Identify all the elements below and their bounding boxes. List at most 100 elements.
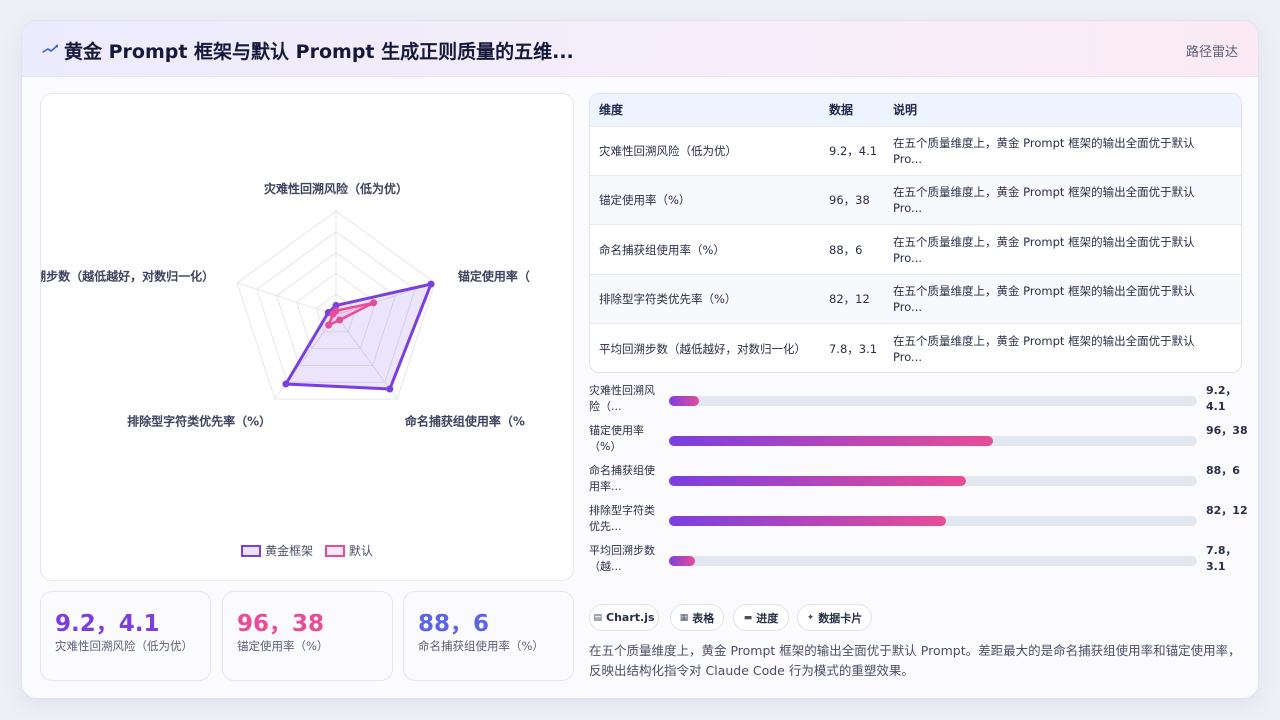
nav-link-path-radar[interactable]: 路径雷达 (1186, 41, 1238, 60)
table-row: 命名捕获组使用率（%） 88，6 在五个质量维度上，黄金 Prompt 框架的输… (590, 225, 1241, 275)
table-cell-data: 9.2，4.1 (829, 144, 878, 158)
table-cell-data: 82，12 (829, 292, 870, 306)
tag-label: Chart.js (606, 611, 655, 624)
table-cell-note: 在五个质量维度上，黄金 Prompt 框架的输出全面优于默认 Pro... (893, 136, 1195, 166)
table-cell-note: 在五个质量维度上，黄金 Prompt 框架的输出全面优于默认 Pro... (893, 334, 1195, 364)
legend-swatch-gold (241, 544, 262, 557)
progress-track (669, 396, 1197, 406)
radar-data-point (336, 316, 344, 324)
table-cell-note: 在五个质量维度上，黄金 Prompt 框架的输出全面优于默认 Pro... (893, 284, 1195, 314)
progress-fill (669, 436, 994, 446)
radar-data-point (325, 321, 333, 329)
tag-table[interactable]: ▦ 表格 (670, 604, 724, 631)
table-cell-dimension: 排除型字符类优先率（%） (599, 292, 737, 306)
progress-row: 锚定使用率（%） 96，38 (589, 423, 1249, 457)
radar-data-point (282, 380, 290, 388)
radar-chart-panel: 灾难性回溯风险（低为优） 锚定使用率（ 命名捕获组使用率（% 排除型字符类优先率（%）… (40, 93, 574, 581)
progress-track (669, 476, 1197, 486)
progress-value: 88，6 (1206, 464, 1240, 477)
radar-axis-label: 灾难性回溯风险（低为优） (264, 181, 408, 196)
progress-row: 命名捕获组使用率... 88，6 (589, 463, 1249, 497)
datacard-icon: ✦ (806, 612, 815, 623)
progress-fill (669, 516, 947, 526)
progress-label: 命名捕获组使用率... (589, 464, 655, 493)
progress-value: 96，38 (1206, 424, 1248, 437)
kpi-card-3: 88，6 命名捕获组使用率（%） (403, 591, 574, 681)
radar-data-point (370, 299, 378, 307)
legend-label-gold: 黄金框架 (265, 544, 314, 558)
radar-axis-label: 锚定使用率（ (458, 269, 530, 284)
legend-label-default: 默认 (348, 544, 373, 558)
dashboard-card: 黄金 Prompt 框架与默认 Prompt 生成正则质量的五维... 路径雷达… (21, 20, 1259, 699)
radar-axis-label: 排除型字符类优先率（%） (127, 413, 271, 428)
table-cell-data: 7.8，3.1 (829, 342, 878, 356)
progress-row: 灾难性回溯风险（... 9.2，4.1 (589, 383, 1249, 417)
radar-data-point (329, 310, 337, 318)
page-title: 黄金 Prompt 框架与默认 Prompt 生成正则质量的五维... (64, 41, 574, 63)
kpi-label: 命名捕获组使用率（%） (418, 639, 544, 653)
table-row: 排除型字符类优先率（%） 82，12 在五个质量维度上，黄金 Prompt 框架… (590, 275, 1241, 324)
progress-fill (669, 476, 967, 486)
kpi-value: 9.2，4.1 (55, 611, 160, 637)
kpi-card-1: 9.2，4.1 灾难性回溯风险（低为优） (40, 591, 211, 681)
progress-label: 排除型字符类优先... (589, 504, 655, 533)
progress-label: 平均回溯步数（越... (589, 544, 655, 573)
tag-label: 数据卡片 (818, 611, 863, 625)
table-header-data: 数据 (829, 103, 854, 117)
data-table: 维度 数据 说明 灾难性回溯风险（低为优） 9.2，4.1 在五个质量维度上，黄… (589, 93, 1242, 373)
tag-chartjs[interactable]: ▤ Chart.js (589, 604, 659, 631)
progress-row: 平均回溯步数（越... 7.8，3.1 (589, 543, 1249, 577)
table-row: 锚定使用率（%） 96，38 在五个质量维度上，黄金 Prompt 框架的输出全… (590, 176, 1241, 225)
progress-value: 9.2，4.1 (1206, 384, 1237, 413)
legend-item-default[interactable]: 默认 (324, 542, 373, 559)
radar-data-point (386, 385, 394, 393)
progress-fill (669, 396, 699, 406)
table-cell-data: 96，38 (829, 193, 870, 207)
chart-legend: 黄金框架 默认 (41, 542, 573, 560)
logo-icon (42, 44, 58, 53)
table-cell-note: 在五个质量维度上，黄金 Prompt 框架的输出全面优于默认 Pro... (893, 234, 1195, 265)
kpi-card-2: 96，38 锚定使用率（%） (222, 591, 393, 681)
kpi-value: 88，6 (418, 611, 490, 637)
radar-axis-label: 命名捕获组使用率（% (404, 413, 525, 428)
progress-list: 灾难性回溯风险（... 9.2，4.1 锚定使用率（%） 96，38 命名捕获组… (589, 383, 1249, 583)
table-cell-data: 88，6 (829, 242, 863, 257)
radar-axis-line (236, 282, 337, 316)
progress-track (669, 436, 1197, 446)
radar-axis-label: 均回溯步数（越低越好，对数归一化） (41, 269, 214, 284)
tag-label: 进度 (756, 611, 779, 625)
header-bar: 黄金 Prompt 框架与默认 Prompt 生成正则质量的五维... 路径雷达 (22, 21, 1258, 77)
summary-text: 在五个质量维度上，黄金 Prompt 框架的输出全面优于默认 Prompt。差距… (589, 643, 1241, 678)
table-row: 平均回溯步数（越低越好，对数归一化） 7.8，3.1 在五个质量维度上，黄金 P… (590, 324, 1241, 372)
kpi-label: 锚定使用率（%） (237, 639, 329, 653)
kpi-value: 96，38 (237, 611, 325, 637)
table-cell-dimension: 平均回溯步数（越低越好，对数归一化） (599, 342, 806, 356)
progress-label: 锚定使用率（%） (589, 424, 644, 453)
table-cell-dimension: 锚定使用率（%） (599, 193, 691, 207)
table-header-note: 说明 (893, 103, 918, 117)
radar-data-point (427, 280, 435, 288)
legend-swatch-default (324, 544, 345, 557)
progress-icon: ▬ (743, 612, 753, 623)
progress-row: 排除型字符类优先... 82，12 (589, 503, 1249, 537)
table-row: 灾难性回溯风险（低为优） 9.2，4.1 在五个质量维度上，黄金 Prompt … (590, 127, 1241, 176)
progress-label: 灾难性回溯风险（... (589, 384, 655, 413)
tag-datacard[interactable]: ✦ 数据卡片 (797, 604, 872, 631)
chart-icon: ▤ (593, 612, 602, 623)
progress-value: 7.8，3.1 (1206, 544, 1237, 573)
progress-value: 82，12 (1206, 504, 1248, 517)
progress-track (669, 556, 1197, 566)
tag-progress[interactable]: ▬ 进度 (733, 604, 789, 631)
tag-label: 表格 (692, 611, 715, 625)
radar-chart: 灾难性回溯风险（低为优） 锚定使用率（ 命名捕获组使用率（% 排除型字符类优先率（%）… (41, 181, 530, 428)
progress-track (669, 516, 1197, 526)
table-header-row: 维度 数据 说明 (590, 94, 1241, 127)
table-cell-dimension: 命名捕获组使用率（%） (599, 242, 725, 257)
table-header-dimension: 维度 (599, 103, 624, 117)
table-cell-dimension: 灾难性回溯风险（低为优） (599, 144, 737, 158)
legend-item-gold[interactable]: 黄金框架 (241, 542, 313, 559)
table-cell-note: 在五个质量维度上，黄金 Prompt 框架的输出全面优于默认 Pro... (893, 185, 1195, 215)
kpi-label: 灾难性回溯风险（低为优） (55, 639, 193, 653)
progress-fill (669, 556, 696, 566)
table-icon: ▦ (679, 612, 689, 623)
